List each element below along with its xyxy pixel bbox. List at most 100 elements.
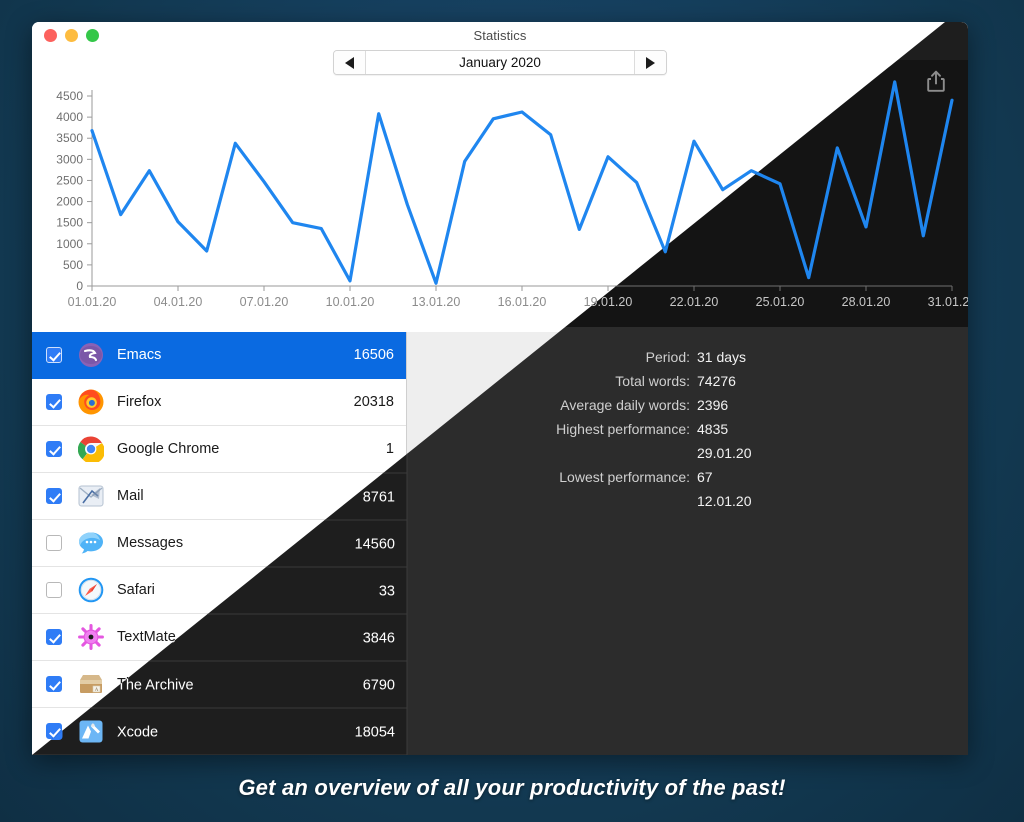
stat-value: 74276 — [690, 376, 729, 392]
svg-text:25.01.20: 25.01.20 — [756, 295, 805, 309]
app-enabled-checkbox[interactable] — [46, 676, 62, 692]
previous-month-button[interactable] — [334, 51, 366, 74]
stat-row: Period: 31 days — [407, 350, 968, 366]
stat-value: 31 days — [690, 350, 740, 366]
app-word-count: 14560 — [353, 535, 394, 551]
svg-text:31.01.20: 31.01.20 — [928, 295, 968, 309]
app-enabled-checkbox[interactable] — [46, 441, 62, 457]
app-row-google-chrome[interactable]: Google Chrome 1 — [32, 426, 406, 473]
application-list: Emacs 16506 Firefox 20318 Google Chrome 1 Mail… — [32, 332, 407, 755]
app-row-the-archive[interactable]: A The Archive 6790 — [32, 661, 406, 708]
svg-text:22.01.20: 22.01.20 — [670, 295, 719, 309]
safari-icon — [78, 577, 104, 603]
svg-text:500: 500 — [63, 258, 83, 272]
stat-value: 4835 — [690, 428, 722, 444]
app-word-count: 6790 — [361, 676, 394, 692]
stat-value: 67 — [690, 480, 706, 496]
month-stepper: January 2020 — [333, 50, 667, 75]
svg-text:10.01.20: 10.01.20 — [326, 295, 375, 309]
share-icon[interactable] — [926, 70, 946, 92]
app-name-label: Firefox — [117, 394, 162, 410]
app-enabled-checkbox[interactable] — [46, 629, 62, 645]
app-name-label: Google Chrome — [117, 441, 220, 457]
chevron-right-icon — [646, 56, 655, 69]
stat-row: Lowest performance: 67 — [407, 480, 968, 496]
svg-text:3500: 3500 — [56, 131, 83, 145]
svg-text:07.01.20: 07.01.20 — [240, 295, 289, 309]
app-row-xcode[interactable]: Xcode 18054 — [32, 708, 406, 755]
svg-text:01.01.20: 01.01.20 — [68, 295, 117, 309]
app-enabled-checkbox[interactable] — [46, 488, 62, 504]
app-row-emacs[interactable]: Emacs 16506 — [32, 332, 406, 379]
window-titlebar: Statistics January 2020 — [32, 22, 968, 82]
emacs-icon — [78, 342, 104, 368]
app-row-textmate[interactable]: TextMate 3846 — [32, 614, 406, 661]
app-word-count: 8761 — [361, 488, 394, 504]
app-enabled-checkbox[interactable] — [46, 582, 62, 598]
xcode-icon — [78, 718, 104, 744]
window-title: Statistics — [473, 28, 527, 43]
svg-text:A: A — [95, 688, 99, 693]
svg-text:4500: 4500 — [56, 89, 83, 103]
svg-text:3000: 3000 — [56, 152, 83, 166]
stat-label — [407, 454, 690, 470]
app-word-count: 3846 — [361, 629, 394, 645]
words-per-day-line-chart: 0 500 1000 1500 2000 2500 3000 3500 4000 4500 01.… — [56, 82, 968, 309]
app-name-label: The Archive — [117, 676, 194, 692]
svg-text:04.01.20: 04.01.20 — [154, 295, 203, 309]
mail-icon — [78, 483, 104, 509]
app-word-count: 16506 — [353, 347, 394, 363]
svg-text:2000: 2000 — [56, 195, 83, 209]
messages-icon — [78, 530, 104, 556]
data-line — [90, 82, 954, 285]
statistics-window: Statistics January 2020 0 500 1000 1500 2000… — [32, 22, 968, 755]
app-name-label: Mail — [117, 488, 144, 504]
svg-text:1500: 1500 — [56, 216, 83, 230]
svg-text:19.01.20: 19.01.20 — [584, 295, 633, 309]
app-word-count: 33 — [377, 582, 394, 598]
app-row-messages[interactable]: Messages 14560 — [32, 520, 406, 567]
svg-text:2500: 2500 — [56, 173, 83, 187]
stat-label — [407, 506, 690, 522]
stat-label: Lowest performance: — [552, 480, 683, 496]
app-row-firefox[interactable]: Firefox 20318 — [32, 379, 406, 426]
app-name-label: Xcode — [117, 723, 159, 739]
caption-text: Get an overview of all your productivity… — [238, 775, 786, 800]
textmate-icon — [78, 624, 104, 650]
svg-text:16.01.20: 16.01.20 — [498, 295, 547, 309]
app-name-label: Messages — [117, 535, 184, 551]
stat-label: Average daily words: — [553, 402, 683, 418]
app-row-mail[interactable]: Mail 8761 — [32, 473, 406, 520]
svg-text:0: 0 — [76, 279, 83, 293]
app-enabled-checkbox[interactable] — [46, 394, 62, 410]
stat-label: Period: — [638, 350, 683, 366]
archive-icon: A — [78, 671, 104, 697]
app-enabled-checkbox[interactable] — [46, 723, 62, 739]
month-label[interactable]: January 2020 — [366, 51, 634, 74]
stat-row: Average daily words: 2396 — [407, 402, 968, 418]
svg-text:4000: 4000 — [56, 110, 83, 124]
app-name-label: TextMate — [117, 629, 176, 645]
next-month-button[interactable] — [634, 51, 666, 74]
svg-text:1000: 1000 — [56, 237, 83, 251]
statistics-summary-panel: Period: 31 days Total words: 74276 Average d… — [407, 332, 968, 755]
firefox-icon — [78, 389, 104, 415]
lower-section: Emacs 16506 Firefox 20318 Google Chrome 1 Mail… — [32, 332, 968, 755]
stat-value: 2396 — [690, 402, 722, 418]
app-word-count: 20318 — [353, 394, 394, 410]
chart-area: 0 500 1000 1500 2000 2500 3000 3500 4000 4500 01.… — [32, 82, 968, 332]
svg-text:13.01.20: 13.01.20 — [412, 295, 461, 309]
stat-row: Highest performance: 4835 — [407, 428, 968, 444]
app-enabled-checkbox[interactable] — [46, 535, 62, 551]
chrome-icon — [77, 436, 105, 464]
app-word-count: 18054 — [353, 723, 394, 739]
app-name-label: Emacs — [117, 347, 162, 363]
y-axis-ticks: 0 500 1000 1500 2000 2500 3000 3500 4000 4500 — [56, 89, 92, 293]
stat-value: 29.01.20 — [690, 454, 745, 470]
x-axis-ticks: 01.01.20 04.01.20 07.01.20 10.01.20 13.01.20… — [68, 286, 968, 309]
stat-label: Total words: — [608, 376, 683, 392]
app-enabled-checkbox[interactable] — [46, 347, 62, 363]
app-word-count: 1 — [385, 441, 394, 457]
app-row-safari[interactable]: Safari 33 — [32, 567, 406, 614]
stat-row: Total words: 74276 — [407, 376, 968, 392]
